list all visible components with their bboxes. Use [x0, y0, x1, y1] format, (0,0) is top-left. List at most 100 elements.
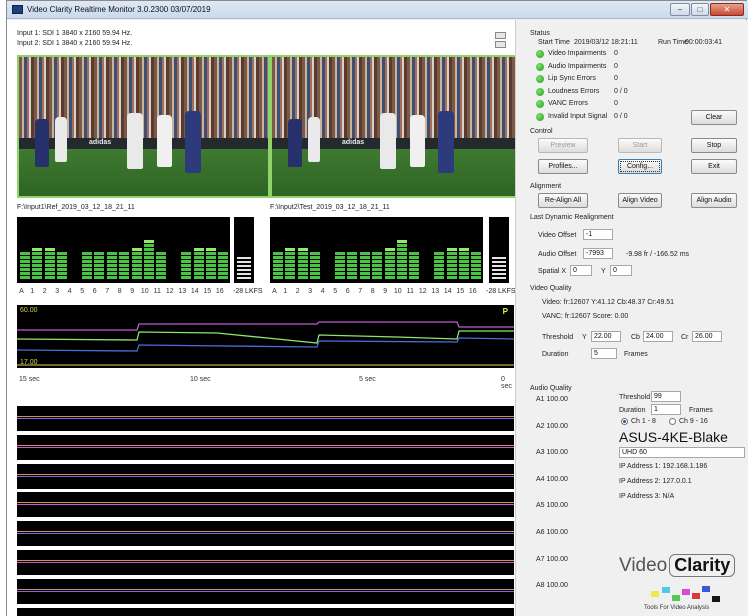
video-quality-heading: Video Quality	[530, 285, 572, 292]
logo-swatch	[702, 586, 710, 592]
level-segment	[82, 268, 92, 271]
level-segment	[273, 256, 283, 259]
channel-label: 5	[80, 288, 85, 295]
threshold-label: Threshold	[542, 334, 574, 341]
level-segment	[181, 252, 192, 255]
level-segment	[459, 256, 469, 259]
level-segment	[459, 276, 469, 279]
strip-line-upper	[17, 444, 514, 446]
audio-offset-field[interactable]: -7993	[583, 248, 613, 259]
status-name: Audio Impairments	[548, 62, 607, 70]
level-segment	[310, 264, 321, 267]
input-1-options-button[interactable]	[495, 32, 506, 39]
spatial-x-field[interactable]: 0	[570, 265, 592, 276]
audio-level-bar	[44, 247, 55, 279]
threshold-y-field[interactable]: 22.00	[591, 331, 621, 342]
threshold-cb-field[interactable]: 24.00	[643, 331, 673, 342]
minimize-button[interactable]: –	[670, 3, 690, 16]
align-audio-button[interactable]: Align Audio	[691, 193, 737, 208]
audio-level-bar	[446, 247, 457, 279]
close-button[interactable]: ✕	[710, 3, 744, 16]
level-segment	[409, 260, 420, 263]
level-segment	[57, 260, 68, 263]
channel-label: 6	[345, 288, 350, 295]
level-segment	[446, 256, 457, 259]
audio-level-bar	[384, 247, 395, 279]
level-segment	[20, 252, 30, 255]
level-segment	[384, 256, 395, 259]
level-segment	[273, 268, 283, 271]
level-segment	[459, 252, 469, 255]
start-button[interactable]: Start	[618, 138, 662, 153]
level-segment	[409, 268, 420, 271]
level-segment	[434, 256, 445, 259]
audio-level-bar	[409, 251, 420, 279]
level-segment	[359, 272, 370, 275]
input-2-options-button[interactable]	[495, 41, 506, 48]
clear-button[interactable]: Clear	[691, 110, 737, 125]
level-segment	[94, 268, 105, 271]
level-segment	[106, 276, 117, 279]
audio-level-bar	[218, 251, 229, 279]
strip-line-upper	[17, 560, 514, 561]
preview-button[interactable]: Preview	[538, 138, 588, 153]
realign-all-button[interactable]: Re-Align All	[538, 193, 588, 208]
config-button[interactable]: Config...	[618, 159, 662, 174]
level-segment	[347, 272, 358, 275]
maximize-button[interactable]: □	[691, 3, 709, 16]
aq-threshold-field[interactable]: 99	[651, 391, 681, 402]
audio-level-bar	[347, 251, 358, 279]
level-segment	[131, 264, 142, 267]
logo-tagline: Tools For Video Analysis	[644, 605, 710, 611]
level-segment	[471, 264, 482, 267]
exit-button[interactable]: Exit	[691, 159, 737, 174]
level-segment	[359, 256, 370, 259]
monitor-area: Input 1: SDI 1 3840 x 2160 59.94 Hz. Inp…	[7, 20, 523, 616]
loudness-segment	[237, 261, 251, 263]
audio-strip	[17, 492, 514, 518]
channels-9-16-radio[interactable]	[669, 418, 676, 425]
channels-9-16-label: Ch 9 - 16	[679, 418, 708, 425]
level-segment	[44, 252, 55, 255]
audio-level-bar	[273, 251, 283, 279]
app-logo-icon	[12, 5, 23, 14]
level-segment	[372, 256, 383, 259]
level-segment	[471, 256, 482, 259]
status-value: 0 / 0	[614, 87, 628, 95]
level-segment	[446, 252, 457, 255]
channel-label: 15	[456, 288, 465, 295]
threshold-cr-field[interactable]: 26.00	[692, 331, 722, 342]
profiles-button[interactable]: Profiles...	[538, 159, 588, 174]
level-segment	[459, 264, 469, 267]
status-value: 0	[614, 75, 618, 83]
audio-level-bar	[372, 251, 383, 279]
vq-duration-field[interactable]: 5	[591, 348, 617, 359]
aq-frames-label: Frames	[689, 407, 713, 414]
audio-level-bar	[82, 251, 92, 279]
channel-label: 3	[55, 288, 60, 295]
spatial-y-field[interactable]: 0	[610, 265, 632, 276]
audio-strip	[17, 607, 514, 616]
loudness-segment	[492, 261, 506, 263]
video-offset-field[interactable]: -1	[583, 229, 613, 240]
audio-level-bar	[285, 247, 296, 279]
strip-line-upper	[17, 416, 514, 417]
stop-button[interactable]: Stop	[691, 138, 737, 153]
logo-word-video: Video	[619, 555, 668, 576]
channel-prefix: A	[19, 288, 24, 295]
level-segment	[397, 276, 407, 279]
time-label-5: 5 sec	[359, 376, 376, 383]
audio-level-bar	[471, 251, 482, 279]
status-ok-icon	[536, 87, 544, 96]
window-title: Video Clarity Realtime Monitor 3.0.2300 …	[27, 5, 211, 14]
aq-duration-field[interactable]: 1	[651, 404, 681, 415]
magenta-trace	[17, 321, 514, 331]
audio-level-bar	[359, 251, 370, 279]
channels-1-8-radio[interactable]	[621, 418, 628, 425]
level-segment	[347, 252, 358, 255]
level-segment	[446, 248, 457, 251]
audio-quality-channel: A3 100.00	[536, 449, 568, 457]
format-field[interactable]: UHD 60	[619, 447, 745, 458]
align-video-button[interactable]: Align Video	[618, 193, 662, 208]
audio-strip	[17, 550, 514, 575]
